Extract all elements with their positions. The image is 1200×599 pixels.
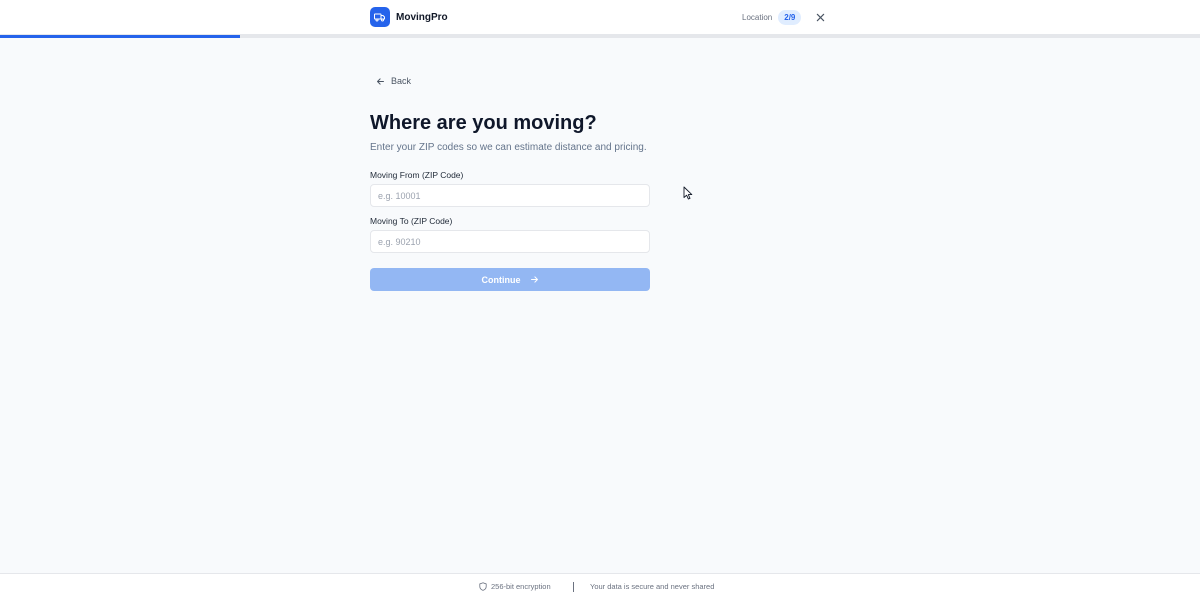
shield-icon (479, 582, 487, 591)
continue-button[interactable]: Continue (370, 268, 650, 291)
arrow-right-icon (530, 276, 538, 283)
mouse-cursor-icon (683, 186, 693, 205)
close-button[interactable] (813, 10, 827, 24)
moving-to-zip-input[interactable] (370, 230, 650, 253)
progress-bar (0, 35, 1200, 38)
brand-name: MovingPro (396, 11, 448, 23)
footer: 256-bit encryption Your data is secure a… (0, 573, 1200, 599)
encryption-note: 256-bit encryption (479, 582, 551, 591)
moving-from-label: Moving From (ZIP Code) (370, 170, 464, 180)
brand[interactable]: MovingPro (370, 7, 448, 27)
footer-divider (573, 582, 574, 592)
encryption-text: 256-bit encryption (491, 582, 551, 591)
step-badge: 2/9 (778, 10, 802, 25)
close-icon (816, 13, 824, 21)
step-label: Location (742, 13, 773, 22)
progress-fill (0, 35, 240, 38)
back-label: Back (391, 76, 412, 86)
step-indicator: Location 2/9 (742, 10, 802, 25)
continue-label: Continue (481, 274, 521, 285)
privacy-text: Your data is secure and never shared (590, 582, 715, 591)
page-title: Where are you moving? (370, 112, 597, 134)
back-button[interactable]: Back (376, 76, 411, 86)
truck-icon (370, 7, 390, 27)
arrow-left-icon (377, 77, 384, 85)
page-subtitle: Enter your ZIP codes so we can estimate … (370, 142, 647, 153)
moving-to-label: Moving To (ZIP Code) (370, 216, 453, 226)
top-header: MovingPro Location 2/9 (0, 0, 1200, 35)
moving-from-zip-input[interactable] (370, 184, 650, 207)
